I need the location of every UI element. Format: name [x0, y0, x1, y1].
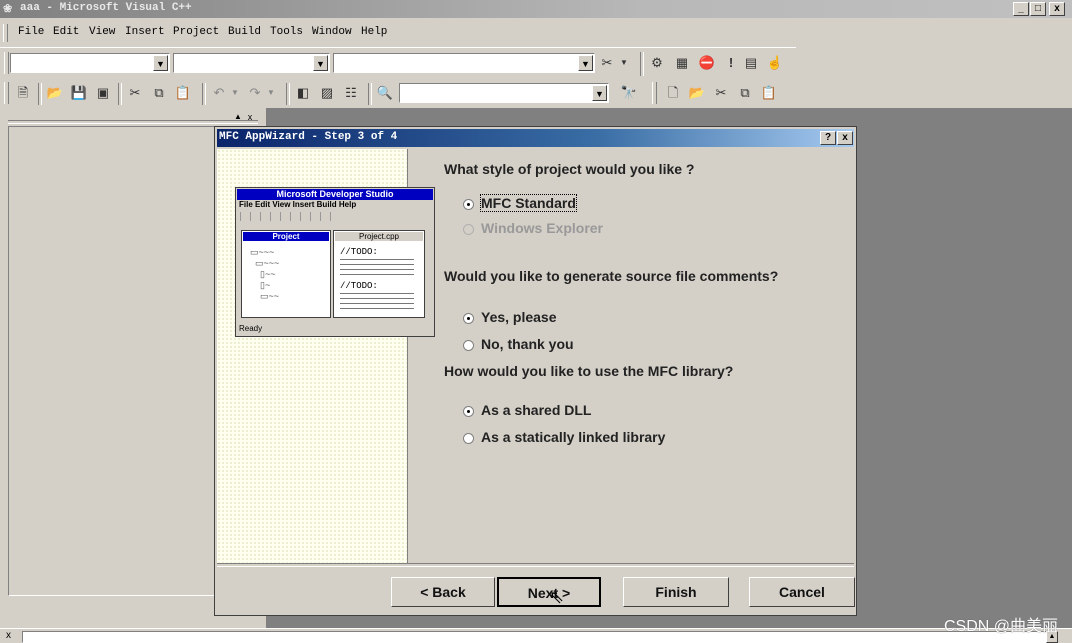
- windows-explorer-label[interactable]: Windows Explorer: [481, 220, 603, 236]
- window-list-icon[interactable]: ☷: [342, 84, 360, 102]
- chevron-down-icon[interactable]: ▼: [592, 85, 607, 101]
- menu-insert[interactable]: Insert: [125, 26, 165, 38]
- mfc-standard-label[interactable]: MFC Standard: [480, 194, 577, 212]
- dropdown-arrow-icon[interactable]: ▼: [615, 54, 633, 72]
- no-thank-you-label[interactable]: No, thank you: [481, 336, 574, 352]
- help-button[interactable]: ?: [820, 131, 836, 145]
- maximize-button[interactable]: □: [1030, 2, 1046, 16]
- menu-window[interactable]: Window: [312, 26, 352, 38]
- new-icon[interactable]: 🗋: [664, 84, 682, 102]
- radio-yes-please[interactable]: [463, 313, 474, 324]
- wizard-illustration: Microsoft Developer Studio File Edit Vie…: [235, 187, 435, 337]
- mfc-appwizard-dialog: MFC AppWizard - Step 3 of 4 ? x Microsof…: [214, 126, 857, 616]
- illustration-project-label: Project: [243, 232, 329, 241]
- wizard-action-icon[interactable]: ✂: [598, 54, 616, 72]
- radio-static-library[interactable]: [463, 433, 474, 444]
- radio-windows-explorer[interactable]: [463, 224, 474, 235]
- compile-icon[interactable]: ⚙: [648, 54, 666, 72]
- radio-no-thank-you[interactable]: [463, 340, 474, 351]
- illustration-project-pane: Project ▭~~~ ▭~~~ ▯~~ ▯~ ▭~~: [241, 230, 331, 318]
- find-combo[interactable]: ▼: [399, 83, 609, 103]
- mfc-library-question: How would you like to use the MFC librar…: [444, 363, 734, 379]
- chevron-down-icon[interactable]: ▼: [153, 55, 168, 71]
- chevron-down-icon[interactable]: ▼: [313, 55, 328, 71]
- source-comments-question: Would you like to generate source file c…: [444, 268, 779, 284]
- copy-icon[interactable]: ⧉: [150, 84, 168, 102]
- window-title: aaa - Microsoft Visual C++: [20, 2, 192, 14]
- shared-dll-label[interactable]: As a shared DLL: [481, 402, 591, 418]
- back-button[interactable]: < Back: [391, 577, 495, 607]
- new-text-file-icon[interactable]: 🗎: [14, 84, 32, 102]
- window-title-bar[interactable]: ❀ aaa - Microsoft Visual C++ _ □ x: [0, 0, 1072, 18]
- chevron-down-icon[interactable]: ▼: [578, 55, 593, 71]
- class-combo[interactable]: ▼: [10, 53, 170, 73]
- dialog-title-bar[interactable]: MFC AppWizard - Step 3 of 4 ? x: [217, 129, 854, 147]
- cancel-button[interactable]: Cancel: [749, 577, 855, 607]
- menu-build[interactable]: Build: [228, 26, 261, 38]
- save-all-icon[interactable]: ▣: [94, 84, 112, 102]
- build-icon[interactable]: ▦: [673, 54, 691, 72]
- go-icon[interactable]: ▤: [742, 54, 760, 72]
- static-library-label[interactable]: As a statically linked library: [481, 429, 665, 445]
- mouse-cursor-icon: ⇖: [549, 587, 565, 607]
- app-icon: ❀: [3, 3, 13, 15]
- illustration-todo-2: //TODO:: [340, 281, 378, 291]
- stop-build-icon[interactable]: ⛔: [698, 54, 716, 72]
- watermark: CSDN @曲美丽: [943, 618, 1058, 635]
- dropdown-arrow-icon[interactable]: ▼: [262, 84, 280, 102]
- wizardbar-toolbar: ▼ ▼ ▼ ✂ ▼ ⚙ ▦ ⛔ ! ▤ ☝: [0, 47, 796, 78]
- filter-combo[interactable]: ▼: [173, 53, 330, 73]
- dialog-title: MFC AppWizard - Step 3 of 4: [219, 131, 398, 143]
- execute-icon[interactable]: !: [722, 54, 740, 72]
- radio-shared-dll[interactable]: [463, 406, 474, 417]
- project-style-question: What style of project would you like ?: [444, 161, 695, 177]
- menu-edit[interactable]: Edit: [53, 26, 79, 38]
- open-icon[interactable]: 📂: [688, 84, 706, 102]
- output-close-icon[interactable]: x: [6, 630, 11, 641]
- open-icon[interactable]: 📂: [46, 84, 64, 102]
- output-pane: x ▲: [0, 628, 1072, 643]
- menu-view[interactable]: View: [89, 26, 115, 38]
- wizard-illustration-pane: Microsoft Developer Studio File Edit Vie…: [217, 149, 435, 563]
- illustration-file-label: Project.cpp: [335, 232, 423, 241]
- standard-toolbar: 🗎 📂 💾 ▣ ✂ ⧉ 📋 ↶ ▼ ↷ ▼ ◧ ▨ ☷ 🔍 ▼ 🔭 🗋 📂 ✂ …: [0, 79, 790, 109]
- find-in-files-icon[interactable]: 🔍: [376, 84, 394, 102]
- radio-mfc-standard[interactable]: [463, 199, 474, 210]
- finish-button[interactable]: Finish: [623, 577, 729, 607]
- output-icon[interactable]: ▨: [318, 84, 336, 102]
- find-icon[interactable]: 🔭: [620, 84, 638, 102]
- members-combo[interactable]: ▼: [333, 53, 595, 73]
- paste-icon[interactable]: 📋: [760, 84, 778, 102]
- illustration-tree-icon: ▭~~~ ▭~~~ ▯~~ ▯~ ▭~~: [250, 247, 280, 301]
- paste-icon[interactable]: 📋: [174, 84, 192, 102]
- output-window[interactable]: [22, 631, 1058, 643]
- illustration-status: Ready: [239, 324, 263, 333]
- dropdown-arrow-icon[interactable]: ▼: [226, 84, 244, 102]
- dialog-close-button[interactable]: x: [837, 131, 853, 145]
- menu-bar: File Edit View Insert Project Build Tool…: [0, 22, 1072, 44]
- copy-icon[interactable]: ⧉: [736, 84, 754, 102]
- menu-file[interactable]: File: [18, 26, 44, 38]
- illustration-file-pane: Project.cpp //TODO: //TODO:: [333, 230, 425, 318]
- breakpoint-icon[interactable]: ☝: [766, 54, 784, 72]
- cut-icon[interactable]: ✂: [126, 84, 144, 102]
- menu-help[interactable]: Help: [361, 26, 387, 38]
- illustration-menu: File Edit View Insert Build Help: [239, 200, 357, 209]
- illustration-todo-1: //TODO:: [340, 247, 378, 257]
- close-button[interactable]: x: [1049, 2, 1065, 16]
- illustration-app-title: Microsoft Developer Studio: [237, 189, 433, 200]
- cut-icon[interactable]: ✂: [712, 84, 730, 102]
- minimize-button[interactable]: _: [1013, 2, 1029, 16]
- workspace-icon[interactable]: ◧: [294, 84, 312, 102]
- save-icon[interactable]: 💾: [70, 84, 88, 102]
- menu-tools[interactable]: Tools: [270, 26, 303, 38]
- yes-please-label[interactable]: Yes, please: [481, 309, 557, 325]
- menu-project[interactable]: Project: [173, 26, 219, 38]
